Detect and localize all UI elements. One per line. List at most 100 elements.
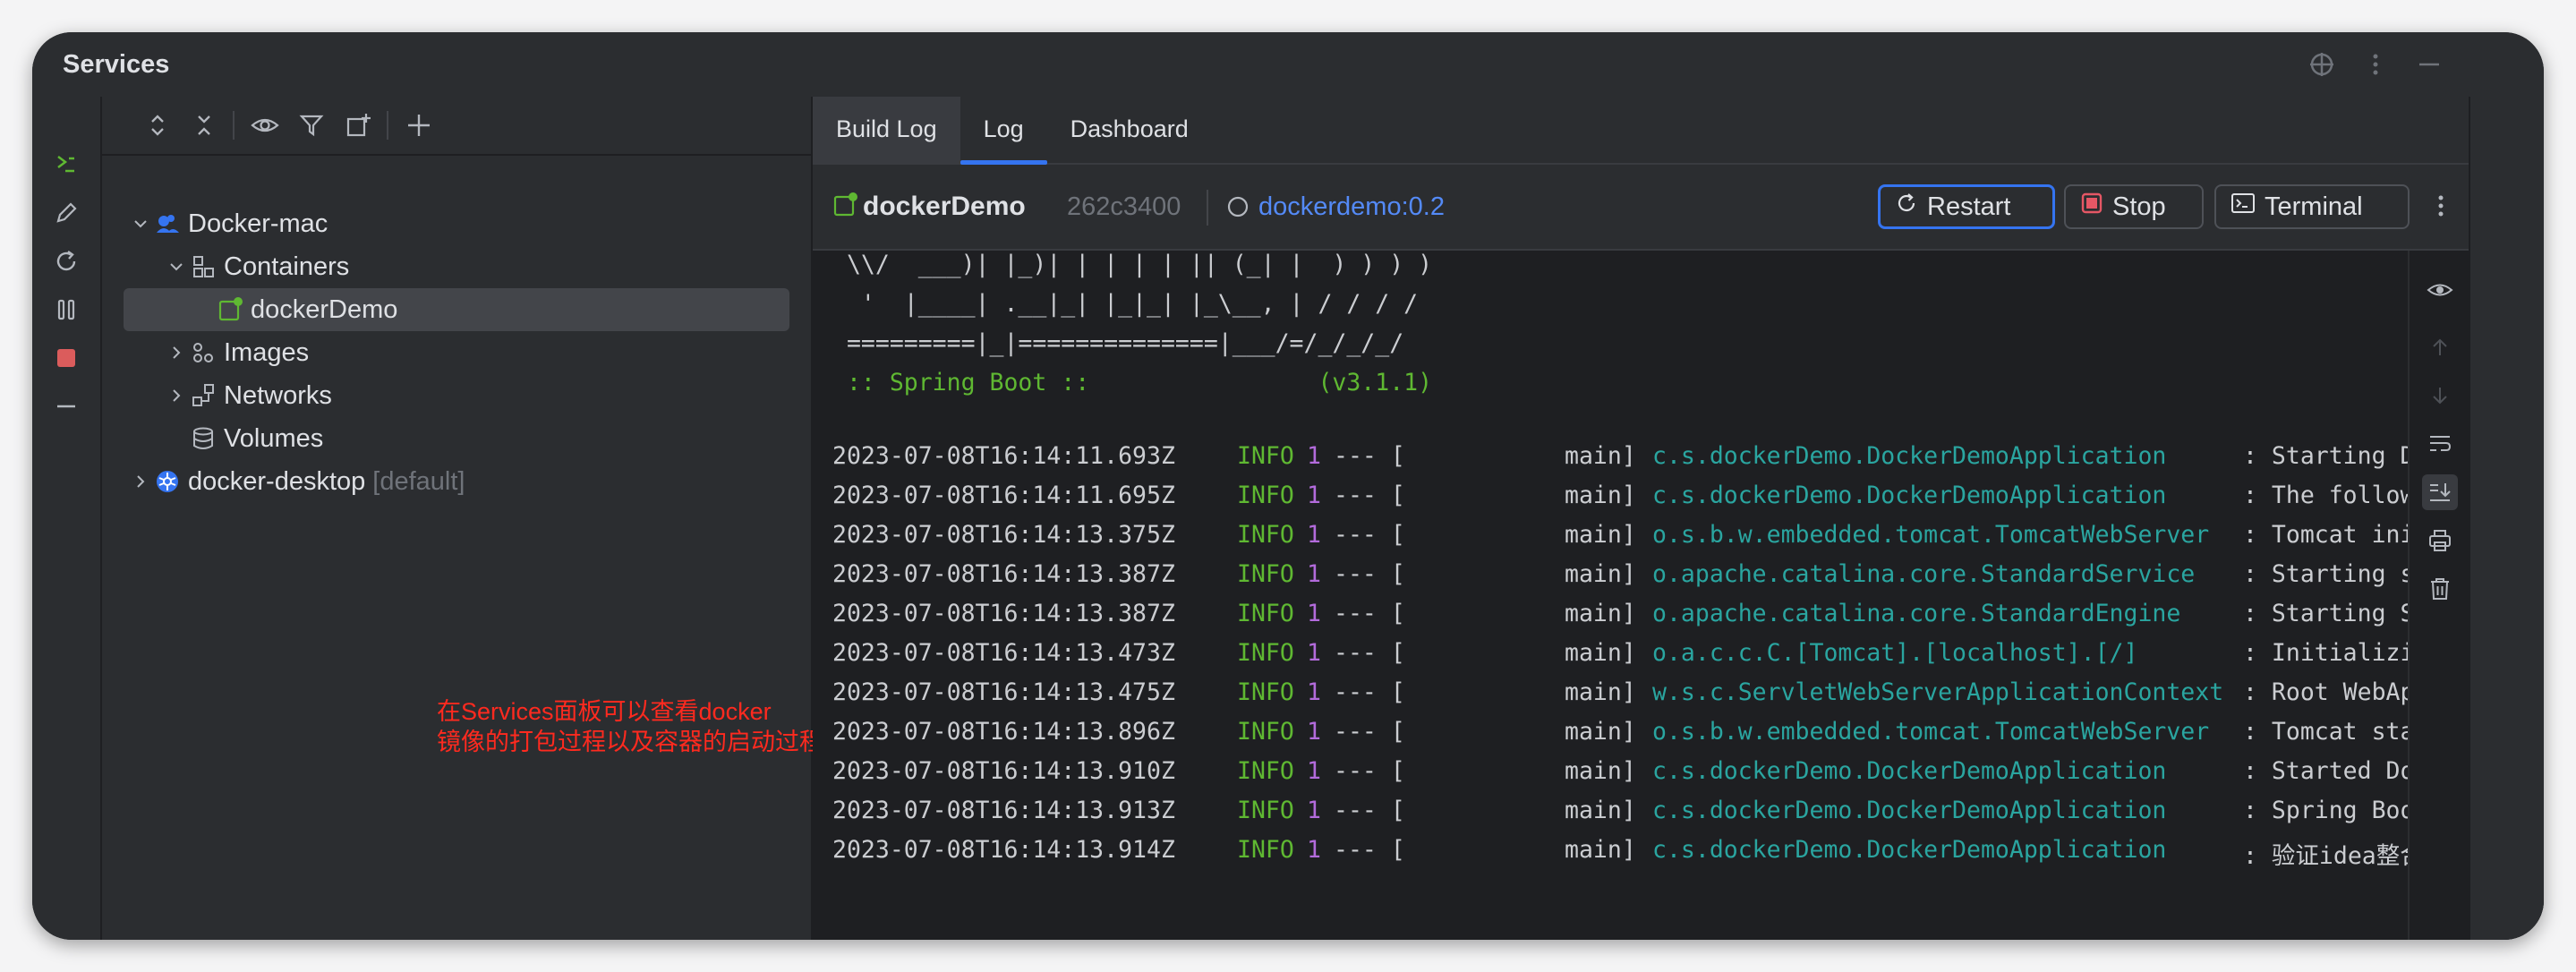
- arrow-down-icon[interactable]: [2422, 378, 2458, 414]
- log-line: 2023-07-08T16:14:11.693Z INFO 1 --- [main] c…: [813, 442, 2410, 478]
- eye-icon[interactable]: [2422, 272, 2458, 308]
- new-group-icon[interactable]: [340, 107, 376, 143]
- more-vertical-icon[interactable]: [2427, 192, 2454, 225]
- image-link[interactable]: dockerdemo:0.2: [1258, 165, 1445, 249]
- log-pid: 1: [1307, 639, 1321, 667]
- log-separator: --- [: [1334, 560, 1405, 588]
- log-timestamp: 2023-07-08T16:14:13.473Z: [832, 639, 1175, 667]
- log-separator: --- [: [1334, 600, 1405, 627]
- restart-button[interactable]: Restart: [1878, 184, 2055, 229]
- log-pid: 1: [1307, 797, 1321, 824]
- arrow-up-icon[interactable]: [2422, 329, 2458, 365]
- tab-log[interactable]: Log: [960, 97, 1047, 165]
- log-line: 2023-07-08T16:14:13.473Z INFO 1 --- [main] o…: [813, 639, 2410, 675]
- details-panel: Build Log Log Dashboard dockerDemo 262c3…: [813, 97, 2544, 940]
- default-tag: [default]: [372, 466, 465, 496]
- log-message: : 验证idea整合do: [2243, 842, 2410, 870]
- log-logger: c.s.dockerDemo.DockerDemoApplication: [1652, 442, 2167, 470]
- expand-all-icon[interactable]: [140, 107, 175, 143]
- tree-item-dockerdemo[interactable]: dockerDemo: [124, 288, 789, 331]
- filter-icon[interactable]: [294, 107, 329, 143]
- print-icon[interactable]: [2422, 523, 2458, 558]
- tab-dashboard[interactable]: Dashboard: [1047, 97, 1212, 163]
- log-line: 2023-07-08T16:14:11.695Z INFO 1 --- [main] c…: [813, 482, 2410, 517]
- more-vertical-icon[interactable]: [2358, 47, 2393, 82]
- log-pid: 1: [1307, 600, 1321, 627]
- log-thread: main]: [1565, 836, 1636, 864]
- terminal-button[interactable]: Terminal: [2214, 184, 2410, 229]
- log-message: : Tomcat starte: [2243, 718, 2410, 746]
- soft-wrap-icon[interactable]: [2422, 426, 2458, 462]
- stop-icon[interactable]: [48, 340, 84, 376]
- log-message: : Starting Serv: [2243, 600, 2410, 627]
- add-service-icon[interactable]: [401, 107, 437, 143]
- log-message: : Started Docke: [2243, 757, 2410, 785]
- log-thread: main]: [1565, 600, 1636, 627]
- tree-item-networks[interactable]: Networks: [102, 374, 811, 417]
- log-logger: o.s.b.w.embedded.tomcat.TomcatWebServer: [1652, 521, 2210, 549]
- log-timestamp: 2023-07-08T16:14:13.475Z: [832, 678, 1175, 706]
- chevron-right-icon[interactable]: [163, 387, 190, 405]
- log-thread: main]: [1565, 718, 1636, 746]
- log-pid: 1: [1307, 521, 1321, 549]
- chevron-right-icon[interactable]: [163, 344, 190, 362]
- minimize-icon[interactable]: [2411, 47, 2447, 82]
- crosshair-icon[interactable]: [2304, 47, 2340, 82]
- tab-build-log[interactable]: Build Log: [813, 97, 960, 163]
- log-pid: 1: [1307, 442, 1321, 470]
- log-logger: c.s.dockerDemo.DockerDemoApplication: [1652, 836, 2167, 864]
- log-logger: c.s.dockerDemo.DockerDemoApplication: [1652, 757, 2167, 785]
- attach-run-icon[interactable]: [48, 147, 84, 183]
- edit-icon[interactable]: [48, 195, 84, 231]
- tree-item-containers[interactable]: Containers: [102, 245, 811, 288]
- log-message: : Initializing: [2243, 639, 2410, 667]
- log-level: INFO: [1237, 600, 1294, 627]
- log-level: INFO: [1237, 797, 1294, 824]
- detail-tabs: Build Log Log Dashboard: [813, 97, 2470, 165]
- log-message: : Tomcat initia: [2243, 521, 2410, 549]
- services-window: Services Docker-mac Containers dockerDem…: [32, 32, 2544, 940]
- log-level: INFO: [1237, 718, 1294, 746]
- log-level: INFO: [1237, 836, 1294, 864]
- tree-item-docker-mac[interactable]: Docker-mac: [102, 202, 811, 245]
- log-level: INFO: [1237, 521, 1294, 549]
- log-thread: main]: [1565, 482, 1636, 509]
- log-thread: main]: [1565, 757, 1636, 785]
- log-message: : Starting Dock: [2243, 442, 2410, 470]
- container-name: dockerDemo: [863, 192, 1026, 221]
- collapse-icon[interactable]: [48, 388, 84, 424]
- eye-icon[interactable]: [247, 107, 283, 143]
- tree-item-images[interactable]: Images: [102, 331, 811, 374]
- log-logger: w.s.c.ServletWebServerApplicationContext: [1652, 678, 2224, 706]
- collapse-all-icon[interactable]: [186, 107, 222, 143]
- log-logger: o.apache.catalina.core.StandardService: [1652, 560, 2196, 588]
- restart-icon: [1895, 192, 1918, 222]
- pause-icon[interactable]: [48, 292, 84, 328]
- tree-item-docker-desktop[interactable]: docker-desktop [default]: [102, 460, 811, 503]
- log-level: INFO: [1237, 482, 1294, 509]
- log-line: 2023-07-08T16:14:13.914Z INFO 1 --- [main] c…: [813, 836, 2410, 872]
- docker-icon: [154, 210, 181, 237]
- log-level: INFO: [1237, 442, 1294, 470]
- right-gutter: [2469, 97, 2544, 940]
- stop-button[interactable]: Stop: [2064, 184, 2204, 229]
- log-separator: --- [: [1334, 521, 1405, 549]
- log-timestamp: 2023-07-08T16:14:13.913Z: [832, 797, 1175, 824]
- scroll-to-end-icon[interactable]: [2422, 474, 2458, 510]
- images-icon: [190, 339, 217, 366]
- trash-icon[interactable]: [2422, 571, 2458, 607]
- tree-item-label: dockerDemo: [251, 294, 398, 324]
- log-thread: main]: [1565, 797, 1636, 824]
- tree-item-volumes[interactable]: Volumes: [102, 417, 811, 460]
- window-title: Services: [63, 50, 170, 79]
- tree-item-label: Networks: [224, 380, 332, 410]
- chevron-down-icon[interactable]: [127, 215, 154, 233]
- chevron-right-icon[interactable]: [127, 473, 154, 490]
- tree-item-label: docker-desktop: [188, 466, 366, 496]
- chevron-down-icon[interactable]: [163, 258, 190, 276]
- refresh-icon[interactable]: [48, 243, 84, 279]
- services-tree-panel: Docker-mac Containers dockerDemo Images …: [102, 97, 823, 940]
- log-message: : Starting serv: [2243, 560, 2410, 588]
- annotation-line-2: 镜像的打包过程以及容器的启动过程: [437, 729, 823, 755]
- container-id: 262c3400: [1067, 192, 1181, 221]
